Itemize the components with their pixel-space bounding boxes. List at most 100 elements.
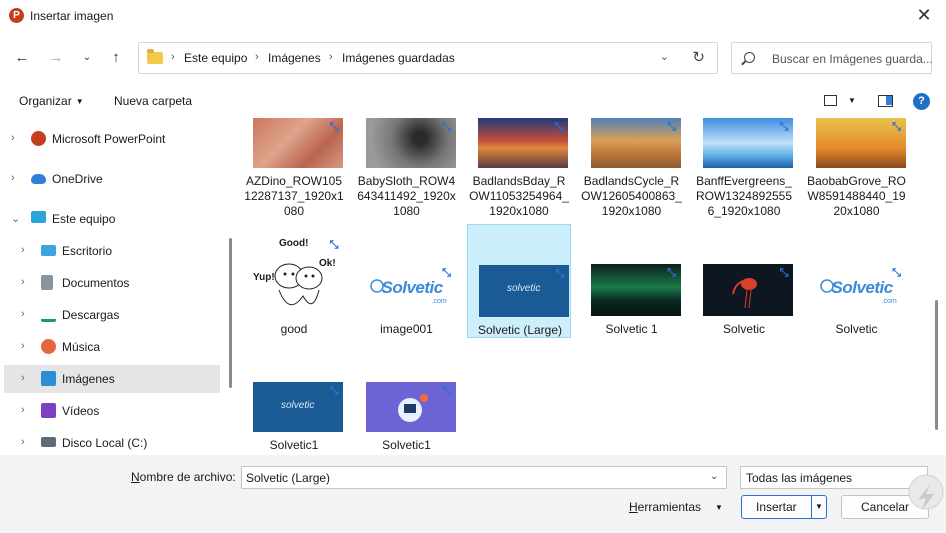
chevron-right-icon[interactable]: › <box>21 404 25 416</box>
file-tile[interactable]: ⤡ Solvetic 1 <box>580 224 684 338</box>
image-thumbnail: ⤡ <box>253 118 343 168</box>
sidebar-item[interactable]: ⌄ Este equipo <box>4 205 220 233</box>
file-name-line: BadlandsBday_R <box>472 174 566 188</box>
sidebar-item[interactable]: › Documentos <box>4 269 220 297</box>
file-name-line: Solvetic1 <box>269 438 319 452</box>
sidebar-item[interactable]: › Escritorio <box>4 237 220 265</box>
sidebar-scrollbar[interactable] <box>229 238 232 388</box>
file-name: Solvetic (Large) <box>468 323 572 338</box>
file-name-line: Solvetic 1 <box>605 322 658 336</box>
search-box[interactable]: Buscar en Imágenes guarda... <box>731 42 933 74</box>
search-icon <box>744 52 755 63</box>
file-name: Solvetic1 <box>242 438 346 453</box>
recent-chevron-icon[interactable]: ⌄ <box>76 47 98 69</box>
organize-menu[interactable]: Organizar ▼ <box>19 94 84 108</box>
file-name-line: 6_1920x1080 <box>707 204 781 218</box>
chevron-down-icon[interactable]: ⌄ <box>710 471 718 482</box>
forward-arrow-icon[interactable]: → <box>45 47 67 69</box>
help-icon[interactable]: ? <box>913 93 930 110</box>
file-tile[interactable]: Solvetic .com ⤡ image001 <box>355 224 459 338</box>
chevron-right-icon[interactable]: › <box>11 132 15 144</box>
file-name-line: 1920x1080 <box>489 204 549 218</box>
sidebar-item[interactable]: › Disco Local (C:) <box>4 429 220 455</box>
chevron-down-icon[interactable]: ⌄ <box>11 212 20 225</box>
tools-menu[interactable]: Herramientas ▼ <box>629 500 723 514</box>
file-tile[interactable]: Good! Ok! Yup! ⤡ good <box>242 224 346 338</box>
image-thumbnail: ⤡ <box>365 118 456 168</box>
back-arrow-icon[interactable]: ← <box>11 47 33 69</box>
image-thumbnail: Good! Ok! Yup! ⤡ <box>253 236 343 320</box>
file-tile[interactable]: ⤡ BadlandsCycle_R OW12605400863_ 1920x1080 <box>580 118 684 224</box>
preview-pane-icon[interactable] <box>878 95 893 107</box>
sidebar-item[interactable]: › OneDrive <box>4 165 220 193</box>
file-name: AZDino_ROW105 12287137_1920x1 080 <box>242 174 346 219</box>
chevron-right-icon[interactable]: › <box>21 372 25 384</box>
up-arrow-icon[interactable]: ↑ <box>105 47 127 69</box>
new-folder-button[interactable]: Nueva carpeta <box>114 94 192 108</box>
file-tile[interactable]: ⤡ BaobabGrove_RO W8591488440_19 20x1080 <box>805 118 909 224</box>
filename-input[interactable] <box>241 466 727 489</box>
chevron-right-icon: › <box>171 51 175 63</box>
organize-label: Organizar <box>19 94 72 108</box>
caret-down-icon[interactable]: ▼ <box>848 96 856 105</box>
file-name: BabySloth_ROW4 643411492_1920x 1080 <box>355 174 459 219</box>
insert-label: Insertar <box>756 500 797 514</box>
refresh-icon[interactable]: ↻ <box>692 48 705 66</box>
file-name-line: BaobabGrove_RO <box>807 174 906 188</box>
sidebar-item-label: Escritorio <box>62 244 113 258</box>
chevron-right-icon[interactable]: › <box>21 436 25 448</box>
chevron-right-icon[interactable]: › <box>21 276 25 288</box>
file-tile[interactable]: ⤡ BadlandsBday_R OW11053254964_ 1920x1080 <box>467 118 571 224</box>
file-tile[interactable]: Solvetic .com ⤡ Solvetic <box>805 224 909 338</box>
chevron-right-icon[interactable]: › <box>11 172 15 184</box>
expand-arrow-icon: ⤡ <box>442 385 451 397</box>
search-input[interactable]: Buscar en Imágenes guarda... <box>772 52 933 66</box>
insert-button[interactable]: Insertar ▼ <box>741 495 827 519</box>
breadcrumb-imagenes[interactable]: Imágenes <box>268 51 321 65</box>
sidebar-item[interactable]: › Imágenes <box>4 365 220 393</box>
view-mode-icon[interactable] <box>824 95 837 106</box>
sidebar-item[interactable]: › Microsoft PowerPoint <box>4 125 220 153</box>
file-name-line: ROW1324892555 <box>695 189 793 203</box>
file-name-line: AZDino_ROW105 <box>245 174 343 188</box>
chevron-down-icon[interactable]: ⌄ <box>660 50 669 63</box>
desktop-icon <box>41 245 56 256</box>
file-name-line: image001 <box>380 322 433 336</box>
file-tile[interactable]: ⤡ Solvetic1 <box>355 368 459 455</box>
file-tile[interactable]: solvetic ⤡ Solvetic (Large) <box>467 224 571 338</box>
thumb-text: Solvetic <box>831 278 894 297</box>
file-name: good <box>242 322 346 337</box>
insert-dropdown-caret-icon[interactable]: ▼ <box>811 496 826 518</box>
file-tile[interactable]: ⤡ BanffEvergreens_ ROW1324892555 6_1920x108… <box>692 118 796 224</box>
title-bar: P Insertar imagen ✕ <box>0 0 946 32</box>
file-name-line: 20x1080 <box>833 204 880 218</box>
close-icon[interactable]: ✕ <box>912 4 936 28</box>
file-name-line: OW11053254964_ <box>469 189 569 203</box>
file-tile[interactable]: ⤡ AZDino_ROW105 12287137_1920x1 080 <box>242 118 346 224</box>
address-bar[interactable]: › Este equipo › Imágenes › Imágenes guar… <box>138 42 718 74</box>
sidebar-item[interactable]: › Música <box>4 333 220 361</box>
expand-arrow-icon: ⤡ <box>442 121 451 133</box>
expand-arrow-icon: ⤡ <box>442 267 451 279</box>
content-scrollbar[interactable] <box>935 300 938 430</box>
image-thumbnail: solvetic ⤡ <box>253 382 343 432</box>
chevron-right-icon[interactable]: › <box>21 340 25 352</box>
computer-icon <box>31 211 46 223</box>
chevron-right-icon[interactable]: › <box>21 244 25 256</box>
breadcrumb-imagenes-guardadas[interactable]: Imágenes guardadas <box>342 51 455 65</box>
sidebar-item[interactable]: › Vídeos <box>4 397 220 425</box>
dialog-footer: Nombre de archivo: ⌄ Todas las imágenes … <box>0 455 946 533</box>
thumb-text: Good! <box>279 238 309 249</box>
sidebar-item-label: OneDrive <box>52 172 103 186</box>
thumb-text: solvetic <box>281 400 315 411</box>
breadcrumb-este-equipo[interactable]: Este equipo <box>184 51 247 65</box>
file-tile[interactable]: ⤡ BabySloth_ROW4 643411492_1920x 1080 <box>355 118 459 224</box>
file-name-line: 643411492_1920x <box>357 189 456 203</box>
sidebar-item[interactable]: › Descargas <box>4 301 220 329</box>
file-tile[interactable]: ⤡ Solvetic <box>692 224 796 338</box>
filetype-select[interactable]: Todas las imágenes <box>740 466 928 489</box>
file-tile[interactable]: solvetic ⤡ Solvetic1 <box>242 368 346 455</box>
chevron-right-icon[interactable]: › <box>21 308 25 320</box>
sidebar-item-label: Microsoft PowerPoint <box>52 132 166 146</box>
chevron-right-icon: › <box>329 51 333 63</box>
